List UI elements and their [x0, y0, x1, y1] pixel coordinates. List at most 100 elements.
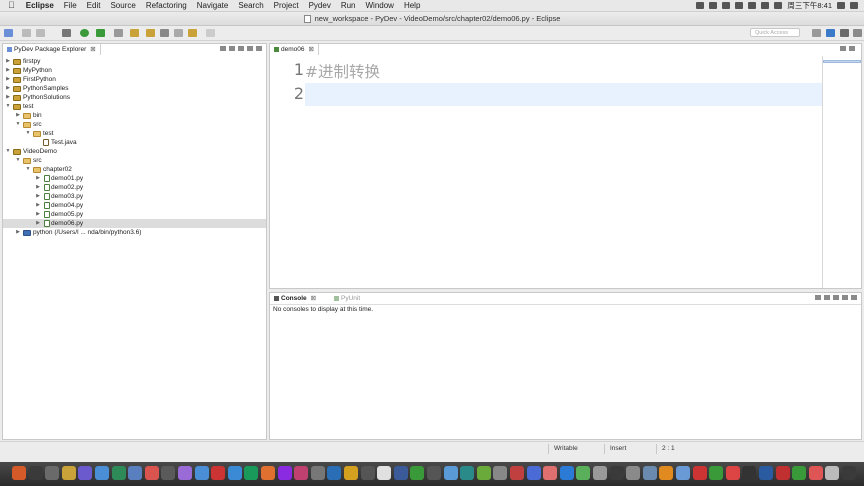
tree-item[interactable]: ▼ test	[3, 102, 266, 111]
dock-app-icon[interactable]	[244, 466, 259, 480]
dock-app-icon[interactable]	[344, 466, 358, 480]
save-all-icon[interactable]	[36, 29, 45, 37]
tree-item[interactable]: ▶ demo03.py	[3, 192, 266, 201]
minimize-icon[interactable]	[842, 295, 848, 300]
dock-app-icon[interactable]	[227, 466, 242, 480]
menu-edit[interactable]: Edit	[82, 0, 106, 11]
dock-app-icon[interactable]	[410, 466, 425, 480]
dock-app-icon[interactable]	[294, 466, 309, 480]
run-icon[interactable]	[80, 29, 89, 37]
code-editor[interactable]: 1 #进制转换 2	[270, 56, 822, 288]
status-icon[interactable]	[709, 2, 718, 9]
back-icon[interactable]	[188, 29, 197, 37]
collapse-all-icon[interactable]	[220, 46, 226, 51]
menu-navigate[interactable]: Navigate	[192, 0, 234, 11]
forward-icon[interactable]	[206, 29, 215, 37]
dock-app-icon[interactable]	[261, 466, 275, 480]
dock-app-icon[interactable]	[194, 466, 209, 480]
close-icon[interactable]: ⊠	[309, 46, 314, 53]
input-method-icon[interactable]	[774, 2, 783, 9]
open-resource-icon[interactable]	[146, 29, 155, 37]
dock-app-icon[interactable]	[360, 466, 375, 480]
menu-search[interactable]: Search	[233, 0, 268, 11]
dock-app-icon[interactable]	[327, 466, 342, 480]
tree-item[interactable]: Test.java	[3, 138, 266, 147]
dock-app-icon[interactable]	[161, 466, 176, 480]
dock-app-icon[interactable]	[443, 466, 458, 480]
notification-center-icon[interactable]	[850, 2, 858, 9]
tree-item[interactable]: ▶ demo02.py	[3, 183, 266, 192]
tab-pyunit[interactable]: PyUnit	[330, 293, 364, 304]
dock-app-icon[interactable]	[78, 466, 93, 480]
open-console-icon[interactable]	[833, 295, 839, 300]
code-overview-ruler[interactable]	[823, 56, 861, 288]
dock-app-icon[interactable]	[144, 466, 159, 480]
view-menu-icon[interactable]	[238, 46, 244, 51]
editor-tab-demo06[interactable]: demo06 ⊠	[270, 44, 319, 55]
dock-app-icon[interactable]	[559, 466, 574, 480]
tree-item[interactable]: ▶ PythonSamples	[3, 84, 266, 93]
save-icon[interactable]	[22, 29, 31, 37]
battery-icon[interactable]	[761, 2, 770, 9]
dock-app-icon[interactable]	[310, 466, 325, 480]
apple-menu-icon[interactable]: 	[0, 0, 21, 11]
dock-app-icon[interactable]	[377, 466, 392, 480]
dock-app-icon[interactable]	[427, 466, 441, 480]
dock-app-icon[interactable]	[626, 466, 641, 480]
dock-app-icon[interactable]	[576, 466, 591, 480]
status-icon[interactable]	[735, 2, 744, 9]
pin-console-icon[interactable]	[815, 295, 821, 300]
tree-item[interactable]: ▶ MyPython	[3, 66, 266, 75]
dock-app-icon[interactable]	[775, 466, 790, 480]
tree-item[interactable]: ▶ PythonSolutions	[3, 93, 266, 102]
dock-app-icon[interactable]	[61, 466, 76, 480]
dock-app-icon[interactable]	[842, 466, 856, 480]
display-console-icon[interactable]	[824, 295, 830, 300]
dock-app-icon[interactable]	[128, 466, 143, 480]
tree-item[interactable]: ▶ python (/Users/l ... nda/bin/python3.6)	[3, 228, 266, 237]
close-icon[interactable]: ⊠	[311, 295, 316, 302]
open-perspective-icon[interactable]	[812, 29, 821, 37]
tree-item[interactable]: ▼ VideoDemo	[3, 147, 266, 156]
dock-app-icon[interactable]	[759, 466, 773, 480]
tree-item[interactable]: ▶ FirstPython	[3, 75, 266, 84]
tree-item[interactable]: ▶ firstpy	[3, 57, 266, 66]
external-tools-icon[interactable]	[96, 29, 105, 37]
menu-help[interactable]: Help	[399, 0, 425, 11]
dock-app-icon[interactable]	[526, 466, 541, 480]
dock-app-icon[interactable]	[692, 466, 707, 480]
dock-app-icon[interactable]	[111, 466, 126, 480]
tree-item[interactable]: ▼ test	[3, 129, 266, 138]
tree-item[interactable]: ▼ chapter02	[3, 165, 266, 174]
dock-app-icon[interactable]	[28, 466, 43, 480]
menu-window[interactable]: Window	[361, 0, 399, 11]
dock-app-icon[interactable]	[659, 466, 674, 480]
dock-app-icon[interactable]	[393, 466, 408, 480]
tree-item[interactable]: ▶ demo05.py	[3, 210, 266, 219]
package-explorer-tab[interactable]: PyDev Package Explorer ⊠	[3, 44, 101, 55]
dock-app-icon[interactable]	[178, 466, 192, 480]
search-icon[interactable]	[160, 29, 169, 37]
new-icon[interactable]	[4, 29, 13, 37]
pydev-perspective-icon[interactable]	[826, 29, 835, 37]
menubar-clock[interactable]: 周三下午8:41	[787, 0, 832, 11]
dock-app-icon[interactable]	[45, 466, 60, 480]
dock-app-icon[interactable]	[808, 466, 823, 480]
dock-app-icon[interactable]	[825, 466, 840, 480]
menu-file[interactable]: File	[59, 0, 82, 11]
status-icon[interactable]	[722, 2, 731, 9]
tree-item[interactable]: ▼ src	[3, 156, 266, 165]
maximize-icon[interactable]	[851, 295, 857, 300]
dock-app-icon[interactable]	[725, 466, 740, 480]
dock-app-icon[interactable]	[792, 466, 807, 480]
dock-app-icon[interactable]	[493, 466, 508, 480]
menu-run[interactable]: Run	[336, 0, 361, 11]
link-editor-icon[interactable]	[229, 46, 235, 51]
dock-app-icon[interactable]	[460, 466, 475, 480]
maximize-icon[interactable]	[256, 46, 262, 51]
dock-app-icon[interactable]	[642, 466, 657, 480]
open-type-icon[interactable]	[130, 29, 139, 37]
tree-item-selected[interactable]: ▶ demo06.py	[3, 219, 266, 228]
dock-app-icon[interactable]	[593, 466, 607, 480]
app-menu[interactable]: Eclipse	[21, 0, 59, 11]
